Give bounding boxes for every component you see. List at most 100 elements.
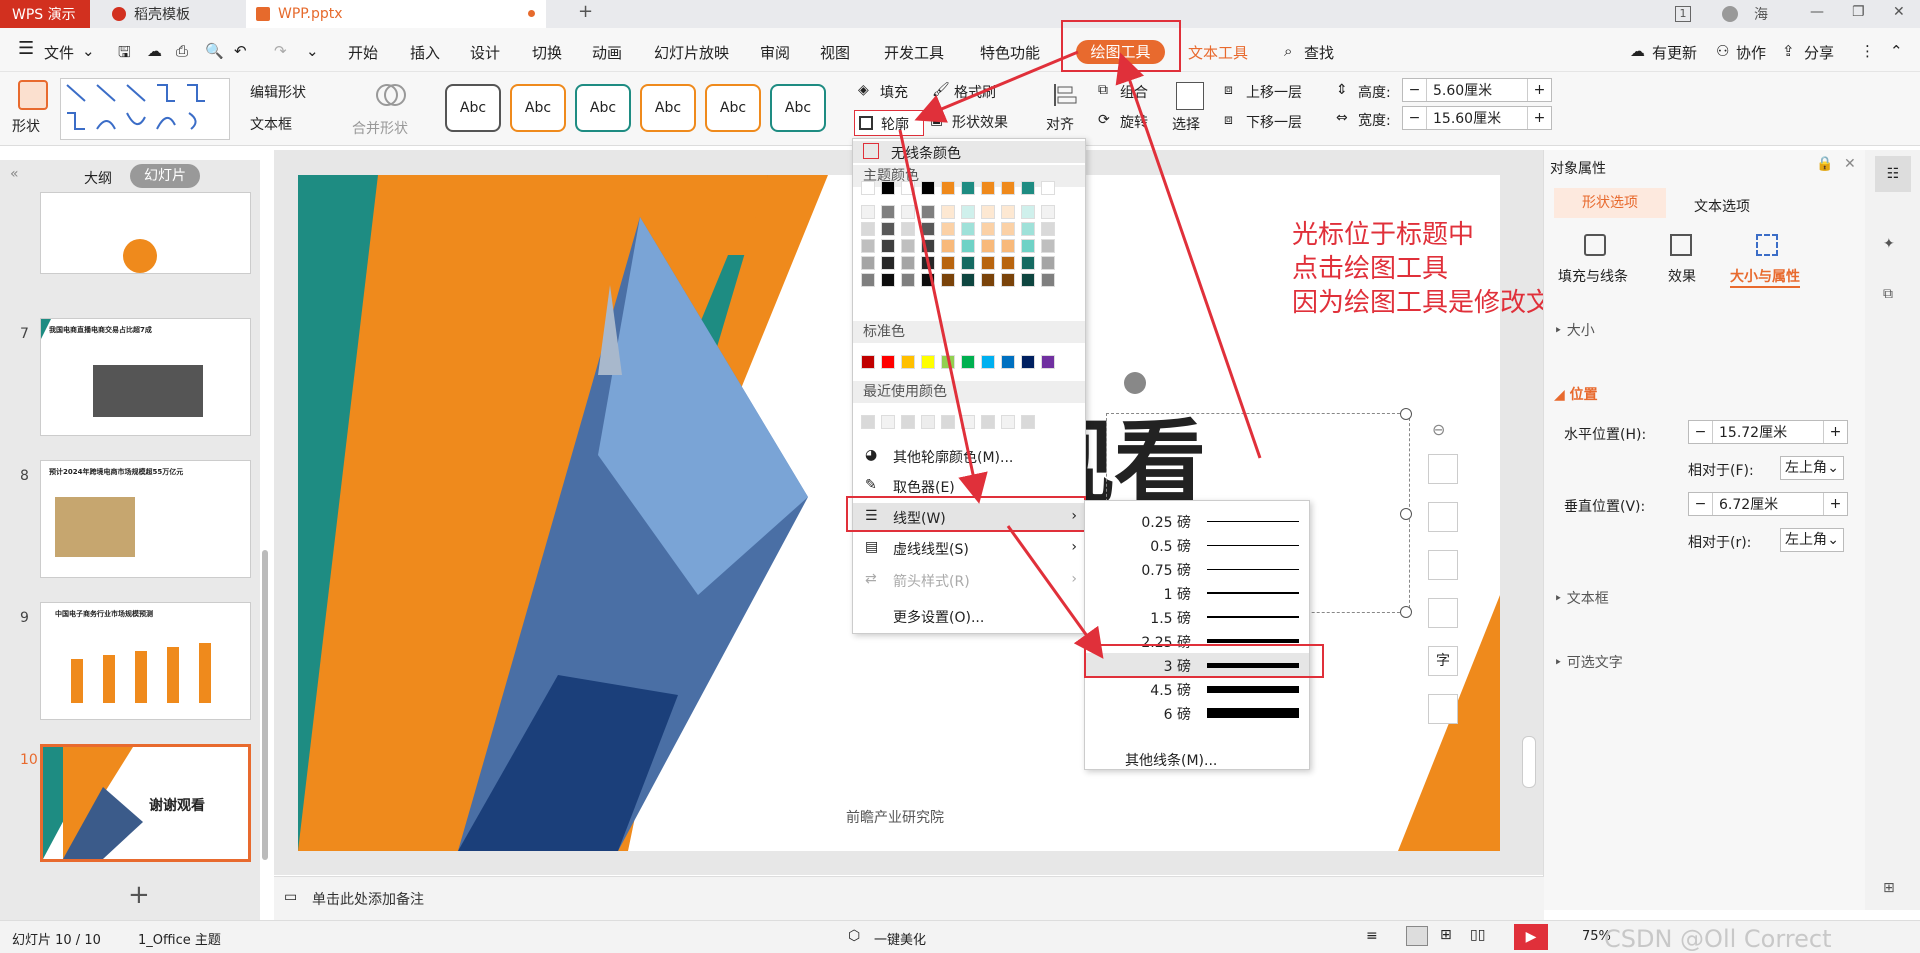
hamburger-icon[interactable]: ☰: [18, 38, 34, 59]
arrow-style-option[interactable]: ⇄ 箭头样式(R) ›: [853, 567, 1085, 593]
resize-handle[interactable]: [1400, 606, 1412, 618]
color-swatch[interactable]: [941, 355, 955, 369]
color-swatch[interactable]: [881, 273, 895, 287]
color-swatch[interactable]: [981, 239, 995, 253]
color-swatch[interactable]: [881, 239, 895, 253]
share-button[interactable]: 分享: [1804, 42, 1834, 63]
style-preset-3[interactable]: Abc: [575, 84, 631, 132]
fill-icon[interactable]: ◈: [858, 82, 869, 98]
color-swatch[interactable]: [941, 256, 955, 270]
color-swatch[interactable]: [881, 256, 895, 270]
bring-forward-icon[interactable]: ⧈: [1224, 82, 1233, 98]
color-swatch[interactable]: [1041, 273, 1055, 287]
collapse-panel-icon[interactable]: «: [10, 166, 19, 182]
panel-scrollbar[interactable]: [262, 550, 268, 860]
color-swatch[interactable]: [901, 273, 915, 287]
file-tab[interactable]: WPP.pptx: [246, 0, 546, 28]
color-swatch[interactable]: [941, 415, 955, 429]
close-panel-icon[interactable]: ✕: [1844, 156, 1856, 172]
color-swatch[interactable]: [981, 355, 995, 369]
fill-button[interactable]: 填充: [880, 82, 908, 102]
more-lines-option[interactable]: 其他线条(M)...: [1085, 747, 1309, 771]
style-preset-2[interactable]: Abc: [510, 84, 566, 132]
color-swatch[interactable]: [1021, 273, 1035, 287]
menu-text-tools[interactable]: 文本工具: [1188, 42, 1248, 63]
color-swatch[interactable]: [901, 222, 915, 236]
color-swatch[interactable]: [881, 355, 895, 369]
color-swatch[interactable]: [1021, 239, 1035, 253]
h-pos-plus[interactable]: +: [1823, 421, 1847, 443]
reading-view-icon[interactable]: ▯▯: [1470, 927, 1485, 943]
align-icon[interactable]: [1052, 82, 1078, 108]
v-pos-minus[interactable]: −: [1689, 493, 1713, 515]
sorter-view-icon[interactable]: ⊞: [1440, 927, 1452, 943]
magic-icon[interactable]: ✦: [1883, 236, 1895, 252]
file-menu[interactable]: 文件: [44, 42, 74, 63]
line-width-item[interactable]: 1 磅: [1085, 581, 1309, 605]
new-tab-icon[interactable]: +: [578, 1, 593, 22]
menu-animation[interactable]: 动画: [592, 42, 622, 63]
canvas-scrollbar[interactable]: [1522, 736, 1536, 788]
beautify-icon[interactable]: ⬡: [848, 928, 860, 944]
notes-toggle-icon[interactable]: ≡: [1366, 928, 1378, 944]
line-width-item[interactable]: 0.5 磅: [1085, 533, 1309, 557]
edit-shape-button[interactable]: 编辑形状: [250, 82, 306, 102]
collab-button[interactable]: 协作: [1736, 42, 1766, 63]
width-plus[interactable]: +: [1527, 107, 1551, 129]
rel-r-select[interactable]: 左上角 ⌄: [1780, 528, 1844, 552]
app-tab[interactable]: WPS 演示: [0, 0, 90, 28]
v-pos-plus[interactable]: +: [1823, 493, 1847, 515]
color-swatch[interactable]: [981, 222, 995, 236]
color-swatch[interactable]: [861, 239, 875, 253]
outline-tab[interactable]: 大纲: [84, 168, 112, 188]
color-swatch[interactable]: [1041, 239, 1055, 253]
color-swatch[interactable]: [1021, 415, 1035, 429]
subtab-fill-line[interactable]: 填充与线条: [1558, 266, 1628, 286]
color-swatch[interactable]: [901, 239, 915, 253]
effect-icon[interactable]: [1670, 234, 1692, 256]
color-swatch[interactable]: [961, 256, 975, 270]
normal-view-icon[interactable]: [1406, 926, 1428, 946]
color-swatch[interactable]: [1001, 415, 1015, 429]
color-swatch[interactable]: [861, 222, 875, 236]
color-swatch[interactable]: [921, 273, 935, 287]
color-swatch[interactable]: [1041, 205, 1055, 219]
size-properties-icon[interactable]: [1756, 234, 1778, 256]
menu-design[interactable]: 设计: [470, 42, 500, 63]
beautify-button[interactable]: 一键美化: [874, 929, 926, 948]
outline-button[interactable]: 轮廓: [854, 110, 924, 136]
slides-tab[interactable]: 幻灯片: [130, 164, 200, 188]
color-swatch[interactable]: [921, 205, 935, 219]
color-swatch[interactable]: [921, 256, 935, 270]
menu-special[interactable]: 特色功能: [980, 42, 1040, 63]
color-swatch[interactable]: [921, 181, 935, 195]
template-tab[interactable]: 稻壳模板: [102, 0, 242, 28]
section-size[interactable]: ‣ 大小: [1554, 320, 1595, 340]
color-swatch[interactable]: [1001, 205, 1015, 219]
window-count-badge[interactable]: 1: [1675, 6, 1691, 22]
collapse-ribbon-icon[interactable]: ⌃: [1890, 42, 1903, 60]
tab-text-options[interactable]: 文本选项: [1694, 196, 1750, 216]
menu-review[interactable]: 审阅: [760, 42, 790, 63]
style-preset-1[interactable]: Abc: [445, 84, 501, 132]
color-swatch[interactable]: [861, 355, 875, 369]
send-backward-button[interactable]: 下移一层: [1246, 112, 1302, 132]
color-swatch[interactable]: [1001, 256, 1015, 270]
select-icon[interactable]: [1176, 82, 1204, 110]
color-swatch[interactable]: [1021, 355, 1035, 369]
share-icon[interactable]: ⇪: [1782, 42, 1795, 60]
tab-shape-options[interactable]: 形状选项: [1554, 188, 1666, 218]
apps-icon[interactable]: ⊞: [1883, 880, 1895, 896]
shape-gallery[interactable]: [60, 78, 230, 140]
style-preset-5[interactable]: Abc: [705, 84, 761, 132]
search-icon[interactable]: ⌕: [1284, 42, 1292, 60]
add-slide-icon[interactable]: +: [128, 880, 150, 910]
subtab-effect[interactable]: 效果: [1668, 266, 1696, 286]
color-swatch[interactable]: [961, 273, 975, 287]
collab-icon[interactable]: ⚇: [1716, 42, 1729, 60]
shape-button[interactable]: 形状: [12, 116, 40, 136]
color-swatch[interactable]: [861, 415, 875, 429]
color-swatch[interactable]: [981, 256, 995, 270]
color-swatch[interactable]: [1041, 181, 1055, 195]
preview-icon[interactable]: 🔍: [205, 42, 224, 60]
